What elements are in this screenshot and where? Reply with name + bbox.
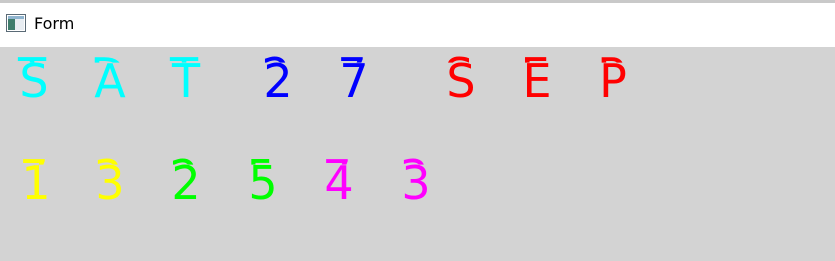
form-client-area: T S D A T T 2 2 7 7 S S E E P P 7 1 3 3 … — [0, 47, 835, 261]
row1-glyph-6: S S — [441, 48, 481, 109]
row2-glyph-4-char: 5 — [248, 156, 278, 210]
row2-glyph-4: 5 5 — [243, 150, 283, 211]
row1-glyph-7: E E — [517, 48, 557, 109]
row2-glyph-3: 2 2 — [166, 150, 206, 211]
row1-glyph-6-char: S — [446, 54, 476, 108]
row1-glyph-1: T S — [14, 48, 54, 109]
row1-glyph-2-char: A — [94, 54, 126, 108]
row2-glyph-6-char: 3 — [401, 156, 431, 210]
row2-glyph-1: 7 1 — [16, 150, 56, 211]
row2-glyph-3-char: 2 — [171, 156, 201, 210]
row2-glyph-5: 7 4 — [319, 150, 359, 211]
form-window: Form T S D A T T 2 2 7 7 S S E E P P 7 1… — [0, 0, 835, 261]
row1-glyph-7-char: E — [522, 54, 552, 108]
row1-glyph-4: 2 2 — [258, 48, 298, 109]
window-title: Form — [34, 14, 75, 33]
row1-glyph-3-char: T — [171, 54, 201, 108]
row1-glyph-4-char: 2 — [263, 54, 293, 108]
row2-glyph-6: 3 3 — [396, 150, 436, 211]
row2-glyph-1-char: 1 — [21, 156, 51, 210]
row1-glyph-1-char: S — [19, 54, 49, 108]
title-bar[interactable]: Form — [0, 3, 835, 47]
row1-glyph-5-char: 7 — [339, 54, 369, 108]
row1-glyph-8: P P — [593, 48, 633, 109]
row1-glyph-8-char: P — [599, 54, 627, 108]
row1-glyph-3: T T — [166, 48, 206, 109]
row2-glyph-2-char: 3 — [95, 156, 125, 210]
row2-glyph-5-char: 4 — [324, 156, 354, 210]
row1-glyph-2: D A — [90, 48, 130, 109]
row1-glyph-5: 7 7 — [334, 48, 374, 109]
row2-glyph-2: 3 3 — [90, 150, 130, 211]
form-window-icon[interactable] — [6, 14, 26, 32]
